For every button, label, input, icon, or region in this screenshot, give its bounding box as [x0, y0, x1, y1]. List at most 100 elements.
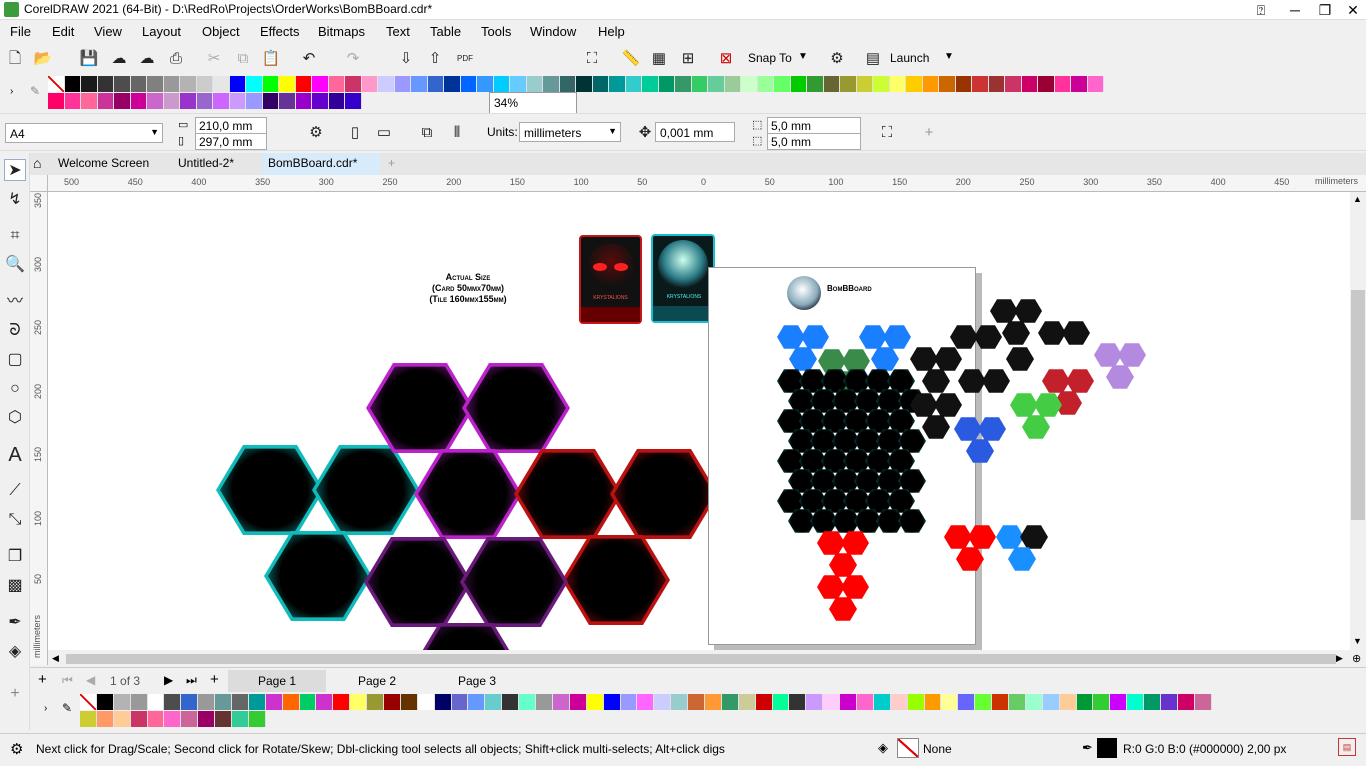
- color-swatch[interactable]: [569, 694, 587, 710]
- color-swatch[interactable]: [526, 76, 543, 92]
- red-hex[interactable]: [817, 575, 845, 599]
- color-swatch[interactable]: [873, 694, 891, 710]
- color-swatch[interactable]: [163, 93, 180, 109]
- color-swatch[interactable]: [295, 76, 312, 92]
- gear-icon[interactable]: ⚙: [826, 48, 848, 70]
- color-swatch[interactable]: [378, 76, 395, 92]
- color-swatch[interactable]: [229, 93, 246, 109]
- color-swatch[interactable]: [394, 76, 411, 92]
- artistic-media-icon[interactable]: ᘐ: [4, 320, 26, 342]
- dark-hex[interactable]: [1002, 321, 1030, 345]
- green-hex[interactable]: [1034, 393, 1062, 417]
- lilac-hex[interactable]: [1094, 343, 1122, 367]
- fill-swatch[interactable]: [897, 738, 919, 758]
- color-swatch[interactable]: [232, 694, 249, 710]
- outline-pen-icon[interactable]: ✒: [1082, 740, 1093, 756]
- color-swatch[interactable]: [1038, 76, 1055, 92]
- color-swatch[interactable]: [163, 76, 180, 92]
- last-page-icon[interactable]: ⏭: [186, 673, 197, 688]
- color-swatch[interactable]: [1008, 694, 1026, 710]
- menu-edit[interactable]: Edit: [52, 24, 74, 39]
- card-cyan[interactable]: KRYSTALIONS: [651, 234, 715, 323]
- blue-hex[interactable]: [801, 325, 829, 349]
- color-swatch[interactable]: [856, 76, 873, 92]
- dark-hex[interactable]: [1062, 321, 1090, 345]
- color-swatch[interactable]: [675, 76, 692, 92]
- color-swatch[interactable]: [265, 694, 283, 710]
- color-swatch[interactable]: [64, 76, 81, 92]
- duplicate-x-field[interactable]: 5,0 mm: [767, 117, 861, 134]
- red-hex[interactable]: [1042, 369, 1070, 393]
- color-swatch[interactable]: [147, 93, 164, 109]
- red-hex[interactable]: [817, 531, 845, 555]
- copy-icon[interactable]: ⧉: [232, 48, 254, 70]
- export-icon[interactable]: ⇧: [424, 48, 446, 70]
- dark-hex[interactable]: [1014, 299, 1042, 323]
- all-pages-icon[interactable]: ⧉: [416, 122, 438, 144]
- fill-icon[interactable]: ◈: [878, 740, 888, 756]
- color-swatch[interactable]: [519, 694, 537, 710]
- color-swatch[interactable]: [411, 76, 428, 92]
- large-hex[interactable]: [614, 452, 714, 536]
- pick-tool-icon[interactable]: ➤: [4, 159, 26, 181]
- page-settings-icon[interactable]: ⚙: [305, 122, 327, 144]
- color-swatch[interactable]: [789, 694, 807, 710]
- transparency-tool-icon[interactable]: ▩: [4, 575, 26, 597]
- color-swatch[interactable]: [328, 93, 345, 109]
- color-swatch[interactable]: [444, 76, 461, 92]
- color-swatch[interactable]: [229, 76, 246, 92]
- color-swatch[interactable]: [299, 694, 317, 710]
- color-swatch[interactable]: [755, 694, 773, 710]
- color-swatch[interactable]: [907, 694, 925, 710]
- color-swatch[interactable]: [485, 694, 503, 710]
- color-swatch[interactable]: [279, 93, 296, 109]
- color-swatch[interactable]: [992, 694, 1009, 710]
- color-swatch[interactable]: [97, 93, 114, 109]
- large-hex[interactable]: [220, 448, 320, 532]
- blue-hex[interactable]: [777, 325, 805, 349]
- color-swatch[interactable]: [130, 76, 147, 92]
- color-swatch[interactable]: [434, 694, 452, 710]
- print-icon[interactable]: ⎙: [165, 48, 187, 70]
- no-color-swatch[interactable]: [48, 76, 65, 92]
- blue-hex[interactable]: [978, 417, 1006, 441]
- color-swatch[interactable]: [1021, 76, 1038, 92]
- color-swatch[interactable]: [81, 93, 98, 109]
- color-swatch[interactable]: [543, 76, 560, 92]
- prev-page-icon[interactable]: ◀: [86, 673, 95, 687]
- color-swatch[interactable]: [922, 76, 939, 92]
- color-swatch[interactable]: [361, 76, 378, 92]
- color-swatch[interactable]: [576, 76, 593, 92]
- page-tab-1[interactable]: Page 1: [228, 670, 326, 692]
- connector-tool-icon[interactable]: ⤡: [4, 509, 26, 531]
- red-hex[interactable]: [1066, 369, 1094, 393]
- color-swatch[interactable]: [181, 694, 199, 710]
- color-swatch[interactable]: [80, 711, 97, 727]
- color-swatch[interactable]: [823, 76, 840, 92]
- dark-hex[interactable]: [990, 299, 1018, 323]
- lilac-hex[interactable]: [1118, 343, 1146, 367]
- chevron-down-icon[interactable]: ▼: [798, 51, 808, 62]
- color-swatch[interactable]: [890, 694, 908, 710]
- color-swatch[interactable]: [113, 711, 131, 727]
- color-swatch[interactable]: [1054, 76, 1071, 92]
- dark-hex[interactable]: [1020, 525, 1048, 549]
- color-swatch[interactable]: [1071, 76, 1088, 92]
- redo-icon[interactable]: ↷: [342, 48, 364, 70]
- color-swatch[interactable]: [295, 93, 312, 109]
- color-swatch[interactable]: [262, 76, 279, 92]
- color-swatch[interactable]: [246, 76, 263, 92]
- color-swatch[interactable]: [823, 694, 841, 710]
- color-swatch[interactable]: [586, 694, 604, 710]
- color-swatch[interactable]: [181, 711, 199, 727]
- drawing-canvas[interactable]: Actual Size (Card 50mmx70mm) (Tile 160mm…: [48, 192, 1350, 650]
- color-swatch[interactable]: [427, 76, 444, 92]
- large-hex[interactable]: [518, 452, 618, 536]
- color-swatch[interactable]: [345, 93, 362, 109]
- color-swatch[interactable]: [213, 76, 230, 92]
- color-swatch[interactable]: [609, 76, 626, 92]
- status-settings-icon[interactable]: ⚙: [10, 740, 23, 758]
- minimize-button[interactable]: ─: [1282, 1, 1308, 19]
- color-swatch[interactable]: [873, 76, 890, 92]
- card-red[interactable]: KRYSTALIONS: [579, 235, 642, 324]
